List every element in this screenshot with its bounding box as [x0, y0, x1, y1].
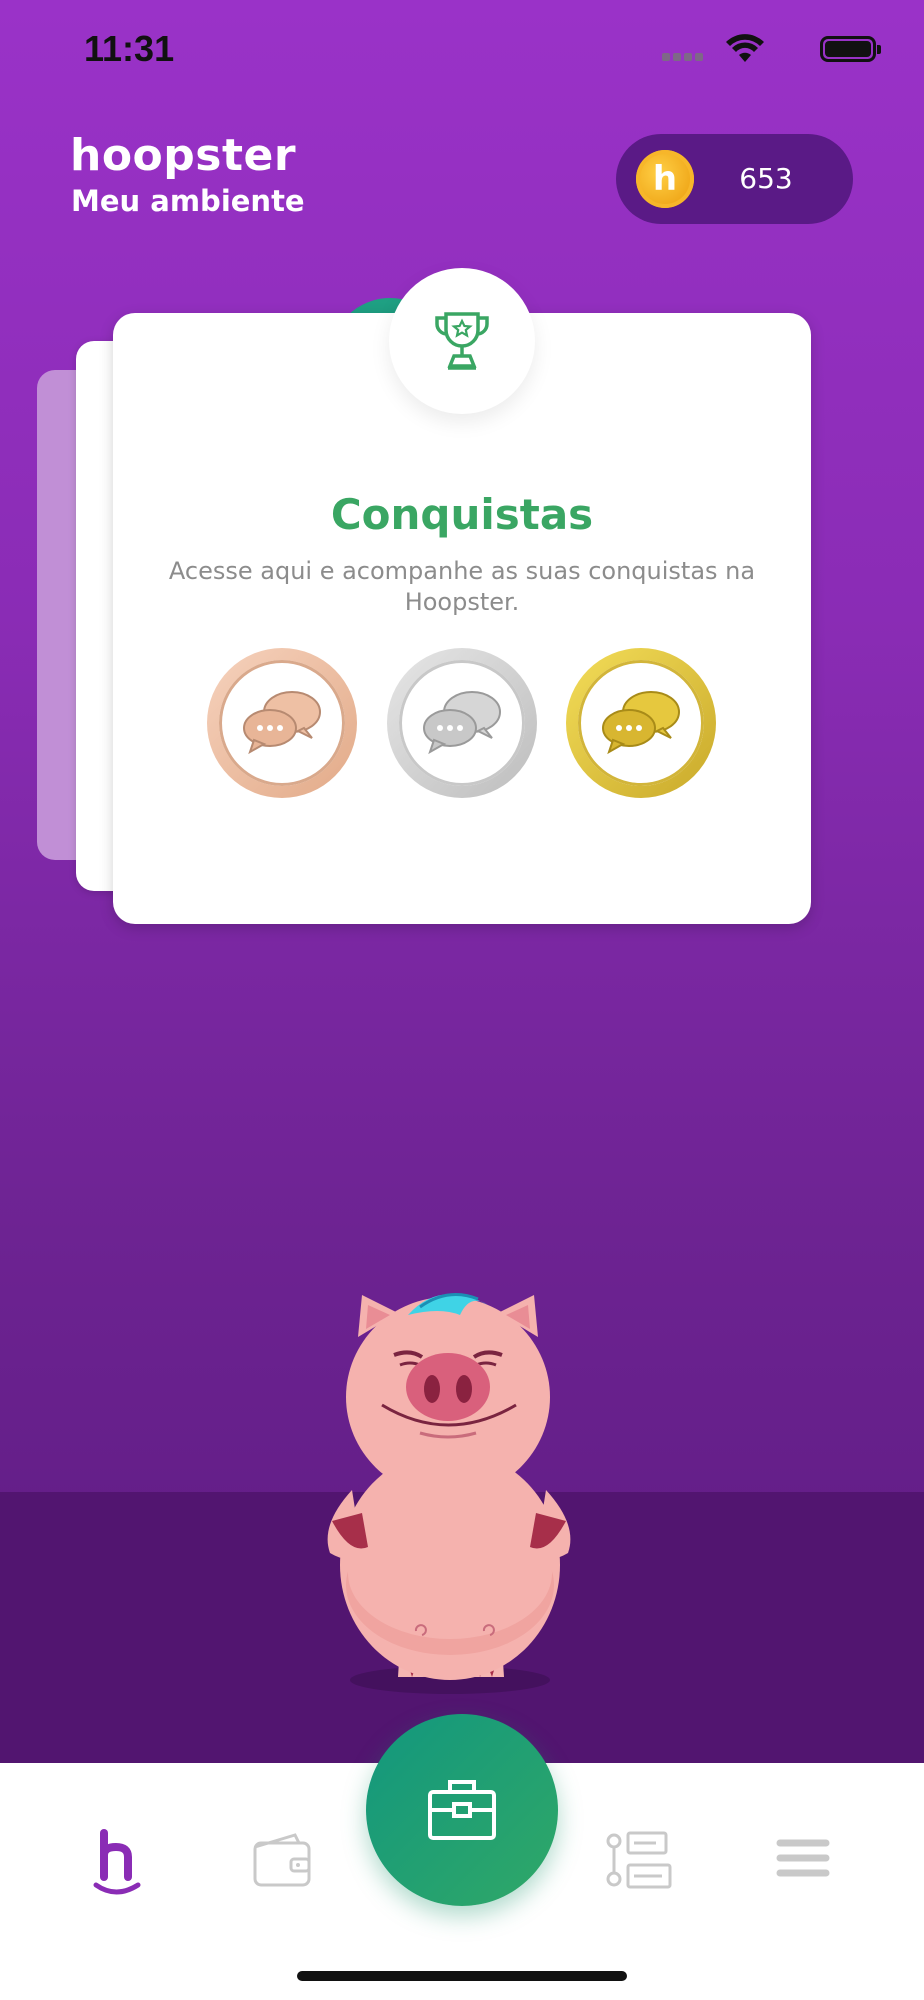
chat-bubbles-icon: [423, 691, 501, 755]
page-subtitle: Meu ambiente: [71, 184, 305, 218]
silver-badge[interactable]: [387, 648, 537, 798]
coin-icon: h: [636, 150, 694, 208]
bronze-badge[interactable]: [207, 648, 357, 798]
trophy-icon: [435, 312, 489, 370]
coin-count: 653: [739, 162, 793, 195]
nav-wallet[interactable]: [237, 1813, 327, 1903]
signal-icon: [662, 48, 708, 61]
briefcase-icon: [428, 1780, 496, 1840]
flow-icon: [606, 1831, 672, 1889]
card-title: Conquistas: [330, 490, 594, 539]
home-icon: [93, 1829, 141, 1895]
coin-balance-button[interactable]: h 653: [616, 134, 853, 224]
home-indicator: [297, 1971, 627, 1981]
wifi-icon: [726, 34, 764, 62]
menu-icon: [776, 1839, 830, 1877]
brand-logo: hoopster: [70, 130, 297, 181]
gold-badge[interactable]: [566, 648, 716, 798]
app-background: 11:31 hoopster Meu ambiente h 653 Conqui…: [0, 0, 924, 1763]
status-time: 11:31: [84, 28, 175, 69]
nav-menu[interactable]: [758, 1813, 848, 1903]
pig-mascot: [327, 1293, 571, 1694]
briefcase-fab-button[interactable]: [366, 1714, 558, 1906]
trophy-badge: [389, 268, 535, 414]
chat-bubbles-icon: [602, 691, 680, 755]
nav-flow[interactable]: [596, 1813, 686, 1903]
battery-icon: [820, 36, 881, 62]
wallet-icon: [253, 1833, 311, 1887]
nav-home[interactable]: [74, 1813, 164, 1903]
card-description: Acesse aqui e acompanhe as suas conquist…: [168, 557, 756, 616]
chat-bubbles-icon: [243, 691, 321, 755]
status-icons: [646, 34, 881, 64]
